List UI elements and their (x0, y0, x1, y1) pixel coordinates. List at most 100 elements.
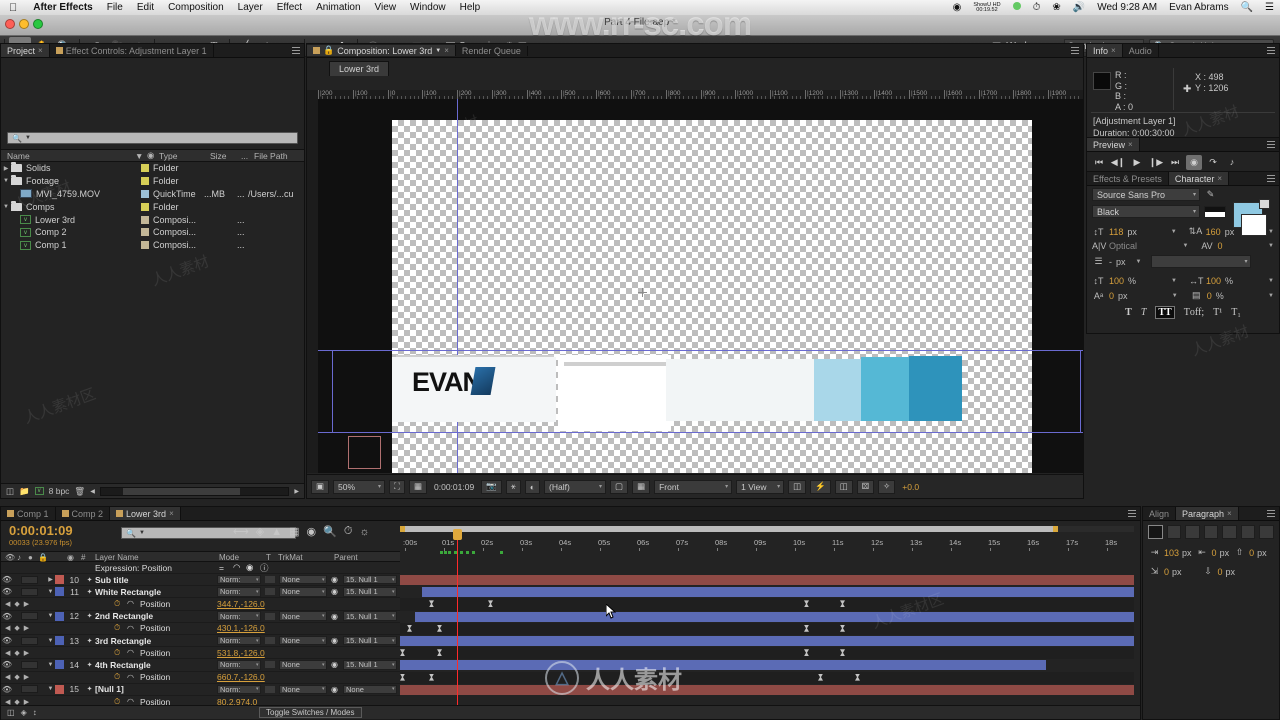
info-panel-menu[interactable] (1263, 44, 1279, 57)
guide-horizontal-bottom[interactable] (318, 432, 1083, 433)
layer-label-color[interactable] (55, 575, 64, 584)
work-area-end-handle[interactable] (1053, 526, 1058, 532)
keyframe-marker[interactable] (804, 600, 809, 607)
stroke-style-dropdown[interactable] (1151, 255, 1251, 268)
layer-visibility-toggle[interactable]: 👁 (1, 612, 13, 621)
col-filepath[interactable]: File Path (248, 151, 288, 161)
parent-pickwhip-icon[interactable]: ◉ (331, 587, 338, 596)
comp-flowchart-icon[interactable]: ◫ (7, 708, 15, 717)
baseline-shift-value[interactable]: 0 (1109, 291, 1114, 301)
layer-track[interactable] (400, 574, 1134, 586)
label-swatch[interactable] (141, 241, 149, 249)
twirl-icon[interactable]: ▶ (1, 165, 11, 172)
space-before-field[interactable]: ⇧ 0 px (1233, 547, 1267, 558)
col-parent[interactable]: Parent (334, 553, 358, 562)
col-name[interactable]: Name (1, 151, 30, 161)
timeline-icon[interactable]: ◫ (835, 480, 853, 494)
project-panel-menu[interactable] (288, 44, 304, 57)
keyframe-marker[interactable] (818, 674, 823, 681)
layer-parent-dropdown[interactable]: 15. Null 1 (343, 587, 397, 597)
scroll-right-arrow[interactable]: ▶ (294, 488, 299, 495)
new-comp-icon[interactable]: v (35, 487, 44, 495)
close-icon[interactable]: × (1217, 174, 1222, 183)
previous-keyframe-button[interactable]: ◀ (5, 624, 10, 632)
layer-preserve-transparency[interactable] (265, 686, 275, 693)
tab-comp-2[interactable]: Comp 2 (56, 507, 111, 520)
layer-visibility-toggle[interactable]: 👁 (1, 587, 13, 596)
property-row[interactable]: ◀ ◆ ▶ ⏱ ◠ Position 344.7,-126.0 (1, 598, 400, 610)
show-snapshot-icon[interactable]: ⚹ (506, 480, 521, 494)
keyframe-navigator[interactable]: ◀ ◆ ▶ (1, 673, 29, 681)
search-icon[interactable]: 🔍 (1235, 0, 1259, 15)
layer-mode-dropdown[interactable]: Norm: (217, 575, 261, 585)
layer-twirl-icon[interactable]: ▼ (46, 662, 55, 668)
layer-preserve-transparency[interactable] (265, 576, 275, 583)
leading-value[interactable]: 160 (1206, 227, 1221, 237)
twirl-icon[interactable]: ▼ (1, 178, 11, 184)
scroll-left-arrow[interactable]: ◀ (90, 488, 95, 495)
chevron-down-icon[interactable]: ▼ (1183, 243, 1189, 249)
close-icon[interactable]: × (169, 509, 174, 518)
layer-trkmat-dropdown[interactable]: None (279, 575, 327, 585)
list-item[interactable]: v Comp 2 Composi... ... (1, 226, 304, 239)
property-track[interactable] (400, 598, 1134, 610)
col-trkmat[interactable]: TrkMat (278, 553, 303, 562)
kerning-value[interactable]: Optical (1109, 241, 1137, 251)
stopwatch-icon[interactable]: ⏱ (114, 599, 120, 609)
channel-icon[interactable]: ◐ (525, 480, 540, 494)
layer-row[interactable]: 👁 ▶ 10 ✦Sub title Norm: None ◉ 15. Null 1 (1, 574, 400, 586)
next-keyframe-button[interactable]: ▶ (24, 624, 29, 632)
property-track[interactable] (400, 647, 1134, 659)
keyframe-toggle-button[interactable]: ◆ (14, 673, 19, 681)
last-frame-button[interactable]: ⏭ (1167, 155, 1183, 170)
layer-name[interactable]: White Rectangle (95, 587, 161, 597)
project-search-input[interactable]: 🔍 ▼ (7, 132, 298, 144)
timeline-panel-menu[interactable] (1124, 507, 1140, 520)
keyframe-navigator[interactable]: ◀ ◆ ▶ (1, 624, 29, 632)
superscript-button[interactable]: T¹ (1213, 307, 1222, 318)
layer-twirl-icon[interactable]: ▼ (46, 638, 55, 644)
menu-window[interactable]: Window (403, 0, 453, 15)
composition-viewer[interactable]: EVAN (318, 99, 1083, 473)
layer-label-color[interactable] (55, 612, 64, 621)
toggle-switches-modes-button[interactable]: Toggle Switches / Modes (259, 707, 362, 718)
ram-preview-button[interactable]: ◉ (1186, 155, 1202, 170)
property-row[interactable]: ◀ ◆ ▶ ⏱ ◠ Position 430.1,-126.0 (1, 623, 400, 635)
layer-duration-bar[interactable] (415, 612, 1134, 622)
brainstorm-icon[interactable]: ☼ (359, 526, 369, 538)
indent-right-field[interactable]: ⇤ 0 px (1196, 547, 1230, 558)
keyframe-marker[interactable] (488, 600, 493, 607)
layer-trkmat-dropdown[interactable]: None (279, 587, 327, 597)
expression-graph-icon[interactable]: ◠ (127, 673, 134, 682)
tab-comp-1[interactable]: Comp 1 (1, 507, 56, 520)
eyedropper-icon[interactable]: ✎ (1204, 189, 1217, 200)
italic-button[interactable]: T (1141, 307, 1147, 318)
layer-duration-bar[interactable] (400, 575, 1134, 585)
twirl-icon[interactable]: ▼ (1, 204, 11, 210)
close-icon[interactable]: × (1111, 46, 1116, 55)
current-time-display[interactable]: 0:00:01:09 (9, 523, 73, 538)
work-area-bar[interactable] (400, 526, 1134, 532)
layer-trkmat-dropdown[interactable]: None (279, 636, 327, 646)
layer-track[interactable] (400, 684, 1134, 695)
screen-record-icon[interactable]: ◉ (947, 0, 968, 15)
expression-graph-icon[interactable]: ◠ (233, 562, 240, 573)
label-swatch[interactable] (141, 164, 149, 172)
lower-third-accent-2[interactable] (861, 357, 909, 421)
label-swatch[interactable] (141, 228, 149, 236)
anchor-point-icon[interactable] (638, 288, 647, 297)
views-dropdown[interactable]: 1 View (736, 480, 784, 494)
showu-status[interactable]: ShowU HD 00:19.52 (967, 3, 1006, 13)
motion-blur-icon[interactable]: ◉ (307, 525, 317, 538)
menu-edit[interactable]: Edit (130, 0, 161, 15)
menu-file[interactable]: File (100, 0, 130, 15)
layer-switch-boxes[interactable] (21, 576, 38, 584)
keyframe-marker[interactable] (840, 649, 845, 656)
layer-visibility-toggle[interactable]: 👁 (1, 575, 13, 584)
tab-paragraph[interactable]: Paragraph × (1176, 507, 1239, 520)
hide-shy-layers-icon[interactable]: ▲ (271, 526, 282, 538)
close-icon[interactable]: × (444, 46, 449, 55)
stroke-color-swatch[interactable] (1241, 214, 1267, 236)
align-right-button[interactable] (1185, 525, 1200, 539)
resolution-dropdown[interactable]: (Half) (544, 480, 606, 494)
